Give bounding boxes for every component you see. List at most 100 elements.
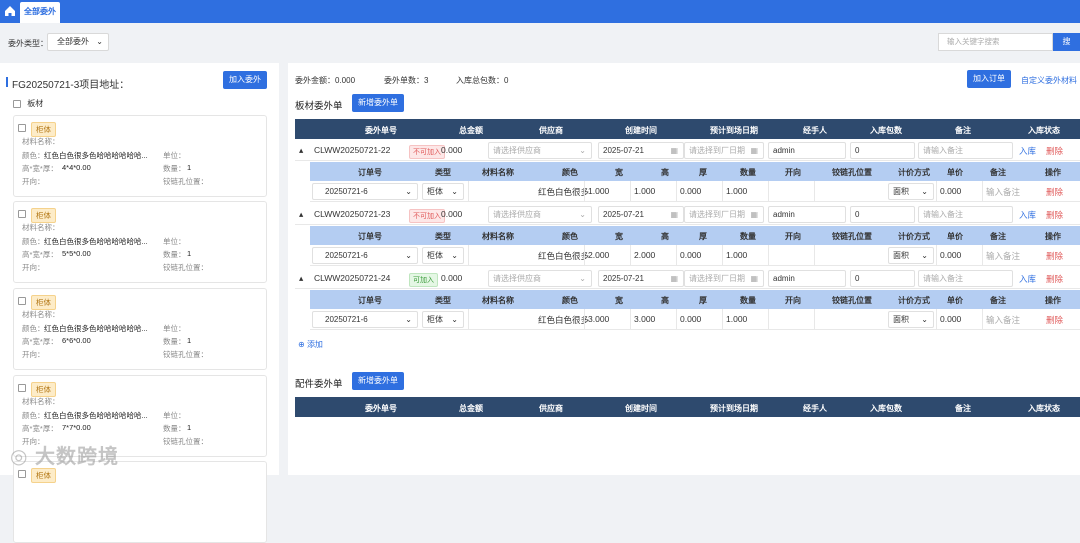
add-order-button[interactable]: 加入订单 bbox=[967, 70, 1011, 88]
direction-cell[interactable] bbox=[768, 245, 814, 266]
packages-field[interactable]: 0 bbox=[850, 142, 915, 159]
material-name-cell[interactable] bbox=[468, 309, 534, 330]
note-field[interactable]: 请输入备注 bbox=[918, 270, 1013, 287]
delete-link[interactable]: 删除 bbox=[1046, 209, 1063, 221]
note-field[interactable]: 请输入备注 bbox=[918, 206, 1013, 223]
new-parts-outsource-button[interactable]: 新增委外单 bbox=[352, 372, 404, 390]
unit-price-cell[interactable]: 0.000 bbox=[936, 309, 982, 330]
eta-date-field[interactable]: 请选择到厂日期 ▦ bbox=[684, 270, 764, 287]
order-select[interactable]: 20250721-6 ⌄ bbox=[312, 311, 418, 328]
card-checkbox[interactable] bbox=[18, 470, 26, 478]
card-checkbox[interactable] bbox=[18, 210, 26, 218]
detail-column-header: 宽 bbox=[615, 296, 623, 305]
detail-column-header: 颜色 bbox=[562, 232, 578, 241]
thickness-cell[interactable]: 0.000 bbox=[676, 245, 720, 266]
custom-material-link[interactable]: 自定义委外材料 bbox=[1021, 75, 1077, 86]
note-field[interactable]: 请输入备注 bbox=[918, 142, 1013, 159]
price-mode-select[interactable]: 面积 ⌄ bbox=[888, 311, 934, 328]
create-date-field[interactable]: 2025-07-21 ▦ bbox=[598, 270, 684, 287]
width-cell[interactable]: 2.000 bbox=[584, 245, 628, 266]
type-select[interactable]: 柜体 ⌄ bbox=[422, 247, 464, 264]
thickness-cell[interactable]: 0.000 bbox=[676, 181, 720, 202]
type-select[interactable]: 柜体 ⌄ bbox=[422, 183, 464, 200]
dims-value: 5*5*0.00 bbox=[62, 249, 91, 258]
chevron-up-icon[interactable]: ▴ bbox=[299, 145, 303, 156]
card-checkbox[interactable] bbox=[18, 297, 26, 305]
detail-delete-link[interactable]: 删除 bbox=[1046, 250, 1063, 262]
material-card[interactable]: 柜体 材料名称： 颜色： 红色白色很多色哈哈哈哈哈哈... 单位： 高*宽*厚： 4*4*0… bbox=[13, 115, 267, 197]
hinge-cell[interactable] bbox=[814, 309, 884, 330]
supplier-select[interactable]: 请选择供应商 ⌄ bbox=[488, 142, 592, 159]
search-input[interactable]: 输入关键字搜索 bbox=[938, 33, 1053, 51]
handler-field[interactable]: admin bbox=[768, 270, 846, 287]
detail-delete-link[interactable]: 删除 bbox=[1046, 186, 1063, 198]
chevron-down-icon: ⌄ bbox=[451, 315, 458, 324]
detail-note-cell[interactable]: 输入备注 bbox=[982, 245, 1034, 266]
material-name-cell[interactable] bbox=[468, 245, 534, 266]
handler-field[interactable]: admin bbox=[768, 206, 846, 223]
eta-date-field[interactable]: 请选择到厂日期 ▦ bbox=[684, 142, 764, 159]
material-name-cell[interactable] bbox=[468, 181, 534, 202]
stock-in-link[interactable]: 入库 bbox=[1019, 145, 1036, 157]
direction-label: 开向： bbox=[22, 350, 45, 359]
qty-value: 1 bbox=[187, 336, 192, 345]
column-header: 经手人 bbox=[803, 126, 827, 135]
handler-field[interactable]: admin bbox=[768, 142, 846, 159]
quantity-cell[interactable]: 1.000 bbox=[722, 181, 766, 202]
height-cell[interactable]: 2.000 bbox=[630, 245, 674, 266]
supplier-placeholder: 请选择供应商 bbox=[493, 146, 541, 155]
material-card[interactable]: 柜体 bbox=[13, 461, 267, 543]
new-board-outsource-button[interactable]: 新增委外单 bbox=[352, 94, 404, 112]
column-header: 预计到场日期 bbox=[710, 126, 758, 135]
quantity-cell[interactable]: 1.000 bbox=[722, 309, 766, 330]
create-date-field[interactable]: 2025-07-21 ▦ bbox=[598, 206, 684, 223]
search-button[interactable]: 搜 bbox=[1053, 33, 1080, 51]
stock-in-link[interactable]: 入库 bbox=[1019, 209, 1036, 221]
type-select[interactable]: 柜体 ⌄ bbox=[422, 311, 464, 328]
detail-note-cell[interactable]: 输入备注 bbox=[982, 181, 1034, 202]
packages-field[interactable]: 0 bbox=[850, 206, 915, 223]
price-mode-select[interactable]: 面积 ⌄ bbox=[888, 247, 934, 264]
material-card[interactable]: 柜体 材料名称： 颜色： 红色白色很多色哈哈哈哈哈哈... 单位： 高*宽*厚： 5*5*0… bbox=[13, 201, 267, 283]
create-date-field[interactable]: 2025-07-21 ▦ bbox=[598, 142, 684, 159]
outsource-type-select[interactable]: 全部委外 ⌄ bbox=[47, 33, 109, 51]
board-checkbox[interactable] bbox=[13, 99, 21, 108]
order-select[interactable]: 20250721-6 ⌄ bbox=[312, 183, 418, 200]
tab-all-outsource[interactable]: 全部委外 bbox=[20, 2, 60, 23]
width-cell[interactable]: 1.000 bbox=[584, 181, 628, 202]
unit-price-cell[interactable]: 0.000 bbox=[936, 181, 982, 202]
chevron-up-icon[interactable]: ▴ bbox=[299, 273, 303, 284]
card-checkbox[interactable] bbox=[18, 124, 26, 132]
direction-cell[interactable] bbox=[768, 309, 814, 330]
width-cell[interactable]: 3.000 bbox=[584, 309, 628, 330]
card-checkbox[interactable] bbox=[18, 384, 26, 392]
unit-price-cell[interactable]: 0.000 bbox=[936, 245, 982, 266]
detail-row: 20250721-6 ⌄ 柜体 ⌄ 红色白色很多 3.000 3.000 0.000 1.000… bbox=[310, 309, 1080, 330]
eta-date-field[interactable]: 请选择到厂日期 ▦ bbox=[684, 206, 764, 223]
detail-note-cell[interactable]: 输入备注 bbox=[982, 309, 1034, 330]
home-icon[interactable] bbox=[3, 4, 17, 18]
add-row-link[interactable]: ⊕ 添加 bbox=[298, 339, 323, 350]
height-cell[interactable]: 3.000 bbox=[630, 309, 674, 330]
hinge-cell[interactable] bbox=[814, 245, 884, 266]
add-outsource-button[interactable]: 加入委外 bbox=[223, 71, 267, 89]
direction-cell[interactable] bbox=[768, 181, 814, 202]
material-card[interactable]: 柜体 材料名称： 颜色： 红色白色很多色哈哈哈哈哈哈... 单位： 高*宽*厚： 6*6*0… bbox=[13, 288, 267, 370]
order-select[interactable]: 20250721-6 ⌄ bbox=[312, 247, 418, 264]
supplier-select[interactable]: 请选择供应商 ⌄ bbox=[488, 206, 592, 223]
hinge-cell[interactable] bbox=[814, 181, 884, 202]
delete-link[interactable]: 删除 bbox=[1046, 145, 1063, 157]
height-cell[interactable]: 1.000 bbox=[630, 181, 674, 202]
stock-in-link[interactable]: 入库 bbox=[1019, 273, 1036, 285]
detail-delete-link[interactable]: 删除 bbox=[1046, 314, 1063, 326]
color-label: 颜色： bbox=[22, 411, 45, 420]
price-mode-select[interactable]: 面积 ⌄ bbox=[888, 183, 934, 200]
handler-value: admin bbox=[773, 146, 795, 155]
thickness-cell[interactable]: 0.000 bbox=[676, 309, 720, 330]
quantity-cell[interactable]: 1.000 bbox=[722, 245, 766, 266]
chevron-up-icon[interactable]: ▴ bbox=[299, 209, 303, 220]
delete-link[interactable]: 删除 bbox=[1046, 273, 1063, 285]
packages-field[interactable]: 0 bbox=[850, 270, 915, 287]
board-checkbox-row[interactable]: 板材 bbox=[13, 98, 43, 109]
supplier-select[interactable]: 请选择供应商 ⌄ bbox=[488, 270, 592, 287]
